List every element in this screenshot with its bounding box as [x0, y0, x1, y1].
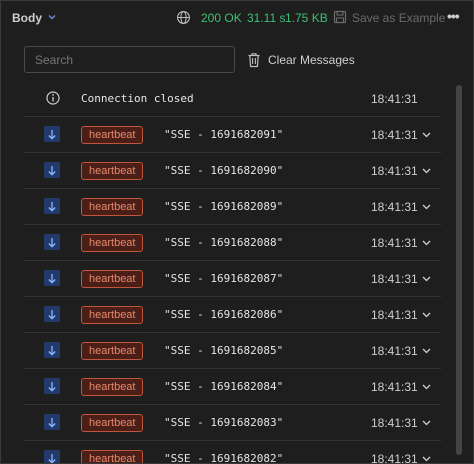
incoming-arrow-icon [44, 126, 60, 142]
event-type-badge: heartbeat [81, 414, 144, 432]
message-data: "SSE - 1691682082" [164, 452, 284, 464]
expand-chevron-icon[interactable] [422, 383, 431, 391]
message-timestamp: 18:41:31 [371, 200, 418, 214]
event-type-badge: heartbeat [81, 234, 144, 252]
event-type-badge: heartbeat [81, 198, 144, 216]
message-timestamp: 18:41:31 [371, 236, 418, 250]
incoming-arrow-icon [44, 378, 60, 394]
event-type-badge: heartbeat [81, 450, 144, 463]
incoming-arrow-icon [44, 234, 60, 250]
event-type-badge: heartbeat [81, 270, 144, 288]
save-icon [333, 10, 347, 24]
save-as-example-button[interactable]: Save as Example [352, 11, 445, 25]
expand-chevron-icon[interactable] [422, 167, 431, 175]
incoming-arrow-icon [44, 414, 60, 430]
message-data: "SSE - 1691682088" [164, 236, 284, 249]
message-timestamp: 18:41:31 [371, 380, 418, 394]
response-pane: Body 200 OK 31.11 s 1.75 KB Save as Exam… [0, 0, 474, 464]
message-timestamp: 18:41:31 [371, 308, 418, 322]
scrollbar[interactable] [456, 85, 462, 460]
globe-icon[interactable] [176, 10, 191, 25]
incoming-arrow-icon [44, 306, 60, 322]
message-timestamp: 18:41:31 [371, 452, 418, 464]
message-data: "SSE - 1691682087" [164, 272, 284, 285]
clear-messages-label: Clear Messages [268, 53, 355, 67]
expand-chevron-icon[interactable] [422, 347, 431, 355]
message-timestamp: 18:41:31 [371, 92, 418, 106]
expand-chevron-icon[interactable] [422, 131, 431, 139]
event-type-badge: heartbeat [81, 162, 144, 180]
clear-messages-button[interactable]: Clear Messages [247, 49, 355, 71]
response-time[interactable]: 31.11 s [247, 11, 285, 25]
expand-chevron-icon[interactable] [422, 419, 431, 427]
event-type-badge: heartbeat [81, 378, 144, 396]
expand-chevron-icon[interactable] [422, 275, 431, 283]
message-timestamp: 18:41:31 [371, 164, 418, 178]
message-row[interactable]: heartbeat "SSE - 1691682083" 18:41:31 [24, 405, 441, 441]
info-icon [46, 91, 60, 105]
expand-chevron-icon[interactable] [422, 239, 431, 247]
message-data: "SSE - 1691682085" [164, 344, 284, 357]
status-code[interactable]: 200 OK [201, 11, 242, 25]
message-timestamp: 18:41:31 [371, 128, 418, 142]
message-timestamp: 18:41:31 [371, 344, 418, 358]
message-data: "SSE - 1691682084" [164, 380, 284, 393]
message-timestamp: 18:41:31 [371, 416, 418, 430]
connection-closed-row[interactable]: Connection closed 18:41:31 [24, 81, 441, 117]
message-row[interactable]: heartbeat "SSE - 1691682088" 18:41:31 [24, 225, 441, 261]
incoming-arrow-icon [44, 198, 60, 214]
message-timestamp: 18:41:31 [371, 272, 418, 286]
message-row[interactable]: heartbeat "SSE - 1691682090" 18:41:31 [24, 153, 441, 189]
message-data: "SSE - 1691682089" [164, 200, 284, 213]
message-row[interactable]: heartbeat "SSE - 1691682087" 18:41:31 [24, 261, 441, 297]
expand-chevron-icon[interactable] [422, 203, 431, 211]
more-options-icon[interactable]: ••• [447, 8, 460, 24]
scrollbar-thumb[interactable] [456, 85, 462, 455]
message-row[interactable]: heartbeat "SSE - 1691682084" 18:41:31 [24, 369, 441, 405]
message-data: "SSE - 1691682086" [164, 308, 284, 321]
message-data: "SSE - 1691682083" [164, 416, 284, 429]
message-data: "SSE - 1691682090" [164, 164, 284, 177]
expand-chevron-icon[interactable] [422, 455, 431, 463]
message-row[interactable]: heartbeat "SSE - 1691682082" 18:41:31 [24, 441, 441, 464]
connection-status-text: Connection closed [81, 92, 194, 105]
message-row[interactable]: heartbeat "SSE - 1691682085" 18:41:31 [24, 333, 441, 369]
incoming-arrow-icon [44, 270, 60, 286]
incoming-arrow-icon [44, 342, 60, 358]
trash-icon [248, 53, 260, 68]
message-row[interactable]: heartbeat "SSE - 1691682089" 18:41:31 [24, 189, 441, 225]
message-list: Connection closed 18:41:31 heartbeat "SS… [24, 81, 441, 464]
message-data: "SSE - 1691682091" [164, 128, 284, 141]
body-tab[interactable]: Body [12, 11, 42, 25]
incoming-arrow-icon [44, 450, 60, 463]
expand-chevron-icon[interactable] [422, 311, 431, 319]
message-row[interactable]: heartbeat "SSE - 1691682086" 18:41:31 [24, 297, 441, 333]
event-type-badge: heartbeat [81, 306, 144, 324]
chevron-down-icon[interactable] [47, 12, 57, 22]
incoming-arrow-icon [44, 162, 60, 178]
search-input[interactable] [24, 46, 235, 73]
event-type-badge: heartbeat [81, 126, 144, 144]
event-type-badge: heartbeat [81, 342, 144, 360]
response-size[interactable]: 1.75 KB [285, 11, 328, 25]
response-toolbar: Body 200 OK 31.11 s 1.75 KB Save as Exam… [1, 1, 473, 34]
message-row[interactable]: heartbeat "SSE - 1691682091" 18:41:31 [24, 117, 441, 153]
